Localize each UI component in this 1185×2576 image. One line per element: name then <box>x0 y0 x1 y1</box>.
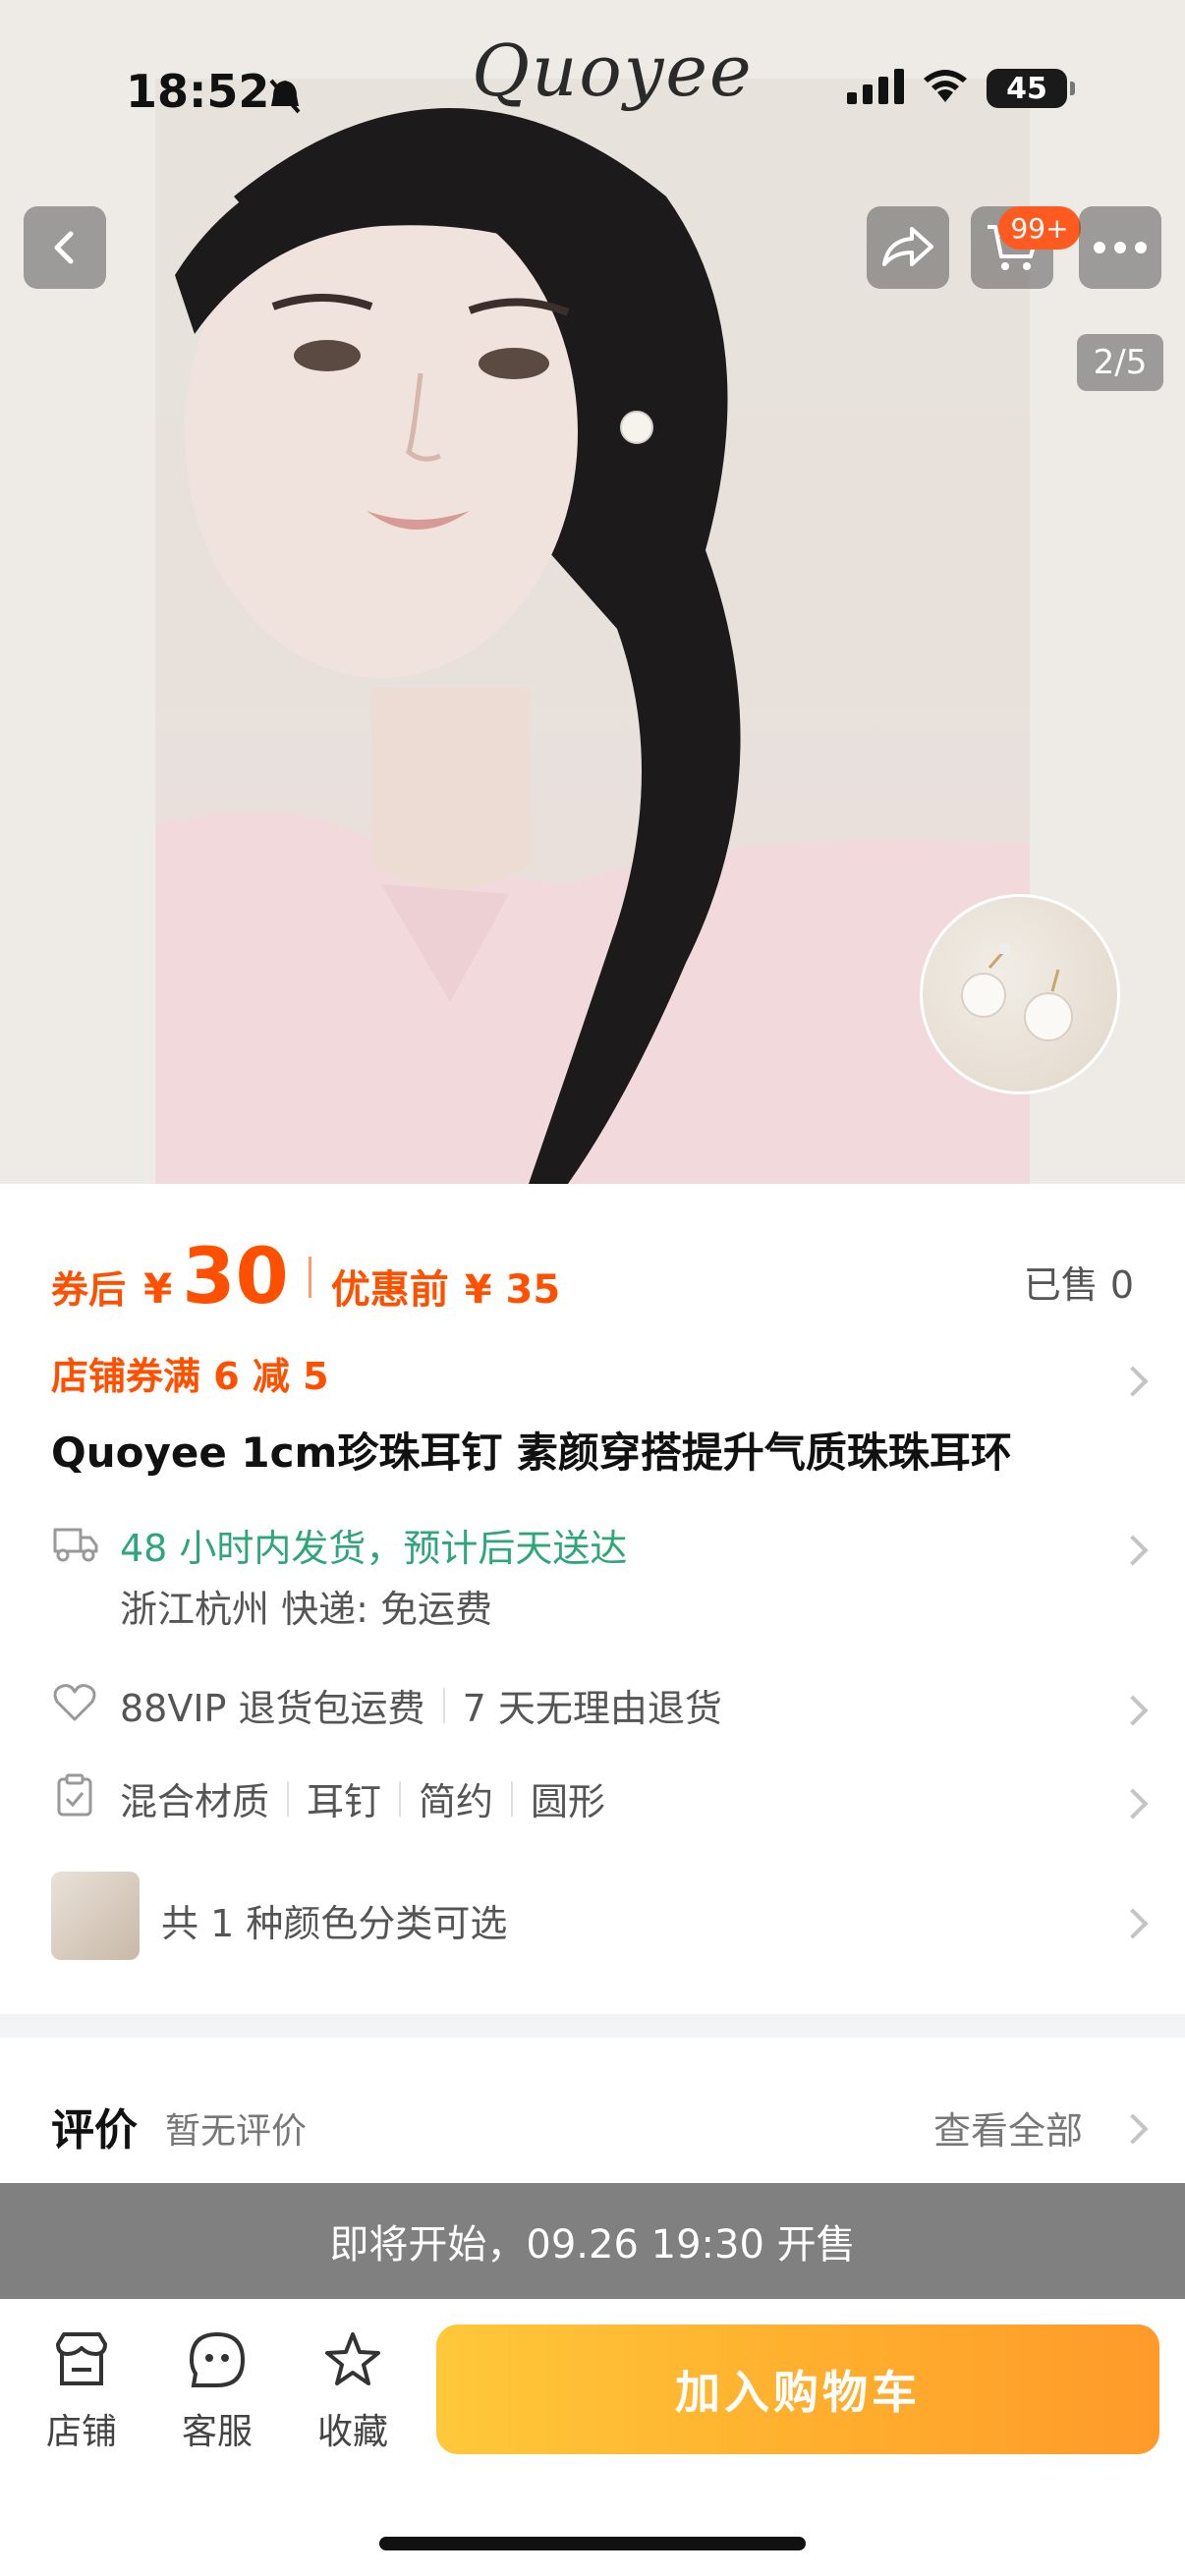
more-button[interactable] <box>1079 206 1161 289</box>
back-button[interactable] <box>24 206 106 289</box>
chevron-left-icon <box>54 231 74 264</box>
attribute-separator <box>511 1780 514 1817</box>
product-attributes[interactable]: 混合材质 耳钉 简约 圆形 <box>120 1771 605 1825</box>
heart-shield-icon <box>51 1678 98 1725</box>
attribute-style: 简约 <box>419 1780 494 1823</box>
status-time: 18:52 <box>126 65 270 118</box>
service-label: 客服 <box>181 2412 253 2452</box>
price-label: 券后 <box>51 1268 127 1312</box>
view-all-reviews-link[interactable]: 查看全部 <box>933 2100 1083 2155</box>
store-coupon[interactable]: 店铺券满 6 减 5 <box>51 1346 329 1400</box>
price-row: 券后 ¥ 30 优惠前 ¥ 35 <box>51 1233 560 1321</box>
product-image-gallery[interactable]: Quoyee 18:52 45 99+ 2/5 <box>0 0 1185 1184</box>
store-icon <box>56 2332 107 2385</box>
add-to-cart-button[interactable]: 加入购物车 <box>436 2324 1159 2454</box>
bell-muted-icon <box>267 77 303 120</box>
star-icon <box>325 2332 380 2385</box>
cart-count-badge: 99+ <box>998 206 1081 250</box>
price-separator <box>308 1257 311 1298</box>
attribute-material: 混合材质 <box>120 1780 270 1823</box>
battery-indicator: 45 <box>987 69 1075 108</box>
more-dots-icon <box>1094 242 1147 253</box>
currency-symbol: ¥ <box>143 1264 173 1313</box>
attribute-separator <box>287 1780 290 1817</box>
original-price: ¥ 35 <box>464 1267 561 1313</box>
share-button[interactable] <box>867 206 949 289</box>
earring-detail-thumbnail[interactable] <box>920 894 1120 1094</box>
variant-thumbnail[interactable] <box>51 1872 140 1960</box>
sold-count: 已售 0 <box>1023 1263 1134 1307</box>
shipping-promise[interactable]: 48 小时内发货，预计后天送达 <box>120 1518 627 1572</box>
favorite-tab[interactable]: 收藏 <box>299 2328 407 2454</box>
store-label: 店铺 <box>45 2412 117 2452</box>
service-separator <box>442 1687 445 1723</box>
shipping-origin: 浙江杭州 快递: 免运费 <box>120 1588 492 1631</box>
service-88vip: 88VIP 退货包运费 <box>120 1687 425 1730</box>
customer-service-tab[interactable]: 客服 <box>163 2328 271 2454</box>
wifi-icon <box>922 69 969 108</box>
truck-icon <box>51 1518 98 1565</box>
view-all-chevron-icon[interactable] <box>1117 2113 1149 2145</box>
product-title: Quoyee 1cm珍珠耳钉 素颜穿搭提升气质珠珠耳环 <box>51 1428 1012 1477</box>
product-info-panel: 券后 ¥ 30 优惠前 ¥ 35 已售 0 店铺券满 6 减 5 Quoyee … <box>0 1184 1185 2014</box>
store-tab[interactable]: 店铺 <box>28 2328 136 2454</box>
brand-wordmark: Quoyee <box>472 29 754 112</box>
home-indicator[interactable] <box>379 2537 806 2550</box>
share-icon <box>882 227 933 266</box>
service-7day-return: 7 天无理由退货 <box>462 1687 722 1730</box>
attribute-type: 耳钉 <box>307 1780 382 1823</box>
variant-chevron-icon[interactable] <box>1117 1908 1149 1939</box>
service-guarantees[interactable]: 88VIP 退货包运费 7 天无理由退货 <box>120 1678 722 1732</box>
pearl-earrings-illustration <box>961 944 1073 1041</box>
chat-face-icon <box>189 2331 246 2387</box>
section-divider <box>0 2014 1185 2038</box>
service-chevron-icon[interactable] <box>1117 1695 1149 1726</box>
coupon-chevron-icon[interactable] <box>1117 1366 1149 1397</box>
variant-selector[interactable]: 共 1 种颜色分类可选 <box>161 1893 507 1947</box>
review-title: 评价 <box>51 2105 138 2156</box>
signal-icon <box>847 69 904 108</box>
attributes-chevron-icon[interactable] <box>1117 1788 1149 1820</box>
shipping-chevron-icon[interactable] <box>1117 1535 1149 1566</box>
original-price-label: 优惠前 <box>330 1267 449 1313</box>
review-empty-text: 暂无评价 <box>165 2111 308 2152</box>
status-right: 45 <box>847 69 1075 108</box>
favorite-label: 收藏 <box>316 2412 388 2452</box>
review-section: 评价 暂无评价 查看全部 <box>0 2038 1185 2183</box>
presale-notice-bar: 即将开始，09.26 19:30 开售 <box>0 2183 1185 2299</box>
bottom-action-bar: 店铺 客服 收藏 加入购物车 <box>0 2299 1185 2576</box>
attribute-shape: 圆形 <box>531 1780 606 1823</box>
sale-price: 30 <box>182 1233 289 1321</box>
image-page-counter: 2/5 <box>1077 334 1163 391</box>
attribute-separator <box>399 1780 402 1817</box>
clipboard-icon <box>51 1771 98 1819</box>
